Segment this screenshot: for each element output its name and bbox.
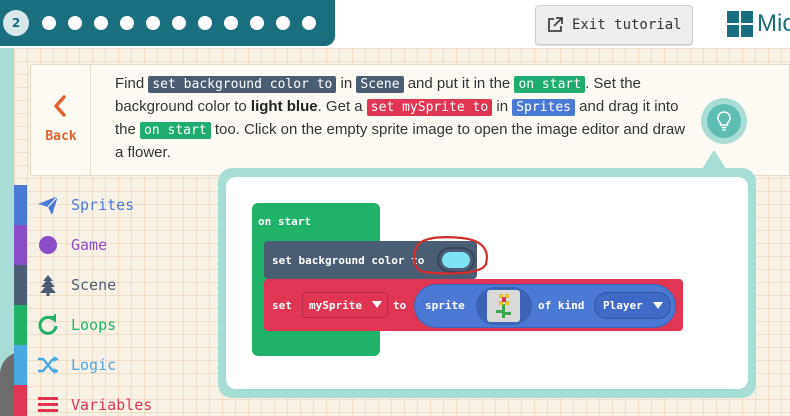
tutorial-instruction-card: Back Find set background color to in Sce… (30, 64, 790, 176)
on-start-label: on start (258, 215, 311, 228)
sprite-image-field[interactable] (476, 287, 532, 325)
instruction-text: Find set background color to in Scene an… (115, 75, 686, 161)
tutorial-step-strip: 2 (0, 0, 335, 46)
hint-button[interactable] (701, 98, 747, 144)
code-tag-on-start: on start (514, 76, 586, 93)
microsoft-logo-icon (727, 11, 753, 37)
toolbox: Sprites Game Scene Loops Logic Variables (14, 185, 219, 416)
current-step-badge[interactable]: 2 (3, 10, 29, 36)
of-kind-label: of kind (538, 299, 585, 312)
kind-value: Player (603, 299, 643, 312)
step-dot[interactable] (94, 16, 108, 30)
variable-name: mySprite (309, 299, 362, 312)
back-button[interactable]: Back (31, 65, 91, 175)
toolbox-category-loops[interactable]: Loops (14, 305, 219, 345)
step-dot[interactable] (302, 16, 316, 30)
step-dot[interactable] (276, 16, 290, 30)
toolbox-category-game[interactable]: Game (14, 225, 219, 265)
step-dot[interactable] (68, 16, 82, 30)
exit-tutorial-button[interactable]: Exit tutorial (535, 5, 693, 45)
code-tag-on-start: on start (140, 122, 211, 139)
shuffle-icon (38, 356, 58, 374)
toolbox-category-variables[interactable]: Variables (14, 385, 219, 416)
step-dot[interactable] (224, 16, 238, 30)
toolbox-category-sprites[interactable]: Sprites (14, 185, 219, 225)
to-label: to (393, 299, 407, 312)
circle-icon (39, 236, 57, 254)
set-label: set (272, 299, 292, 312)
step-dot[interactable] (42, 16, 56, 30)
emphasis-light-blue: light blue (250, 98, 318, 115)
step-dot[interactable] (146, 16, 160, 30)
step-dot[interactable] (120, 16, 134, 30)
highlight-circle-annotation (413, 236, 488, 275)
code-tag-scene: Scene (356, 76, 404, 93)
sprite-label: sprite (425, 299, 465, 312)
chevron-left-icon (54, 95, 66, 117)
code-tag-sprites: Sprites (512, 99, 576, 116)
set-background-label: set background color to (272, 254, 425, 267)
exit-tutorial-label: Exit tutorial (572, 17, 682, 33)
back-label: Back (45, 129, 77, 144)
lightbulb-icon (717, 111, 731, 131)
top-bar: 2 Exit tutorial Mic (0, 0, 790, 48)
caret-down-icon (372, 301, 382, 308)
refresh-icon (38, 314, 58, 335)
step-dot[interactable] (172, 16, 186, 30)
brand-text: Mic (757, 10, 790, 37)
code-tag-set-mysprite: set mySprite to (366, 99, 493, 116)
toolbox-category-scene[interactable]: Scene (14, 265, 219, 305)
list-icon (38, 397, 58, 412)
paper-plane-icon (38, 195, 59, 215)
caret-down-icon (653, 302, 663, 309)
external-link-icon (546, 16, 564, 34)
tree-icon (40, 275, 56, 296)
step-dot[interactable] (250, 16, 264, 30)
toolbox-category-logic[interactable]: Logic (14, 345, 219, 385)
step-dot[interactable] (198, 16, 212, 30)
code-tag-set-background: set background color to (148, 76, 337, 93)
flower-sprite-icon (496, 294, 511, 318)
